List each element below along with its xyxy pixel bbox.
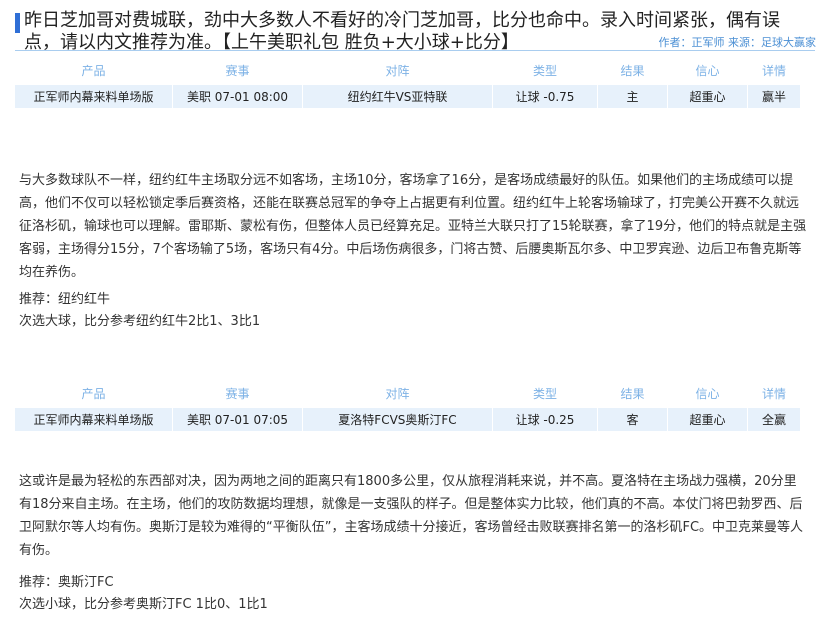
header-result: 结果 <box>597 55 668 85</box>
cell-type: 让球 -0.75 <box>492 85 598 108</box>
header-product: 产品 <box>14 55 173 85</box>
match-analysis-2: 这或许是最为轻松的东西部对决，因为两地之间的距离只有1800多公里，仅从旅程消耗… <box>19 474 804 558</box>
header-result: 结果 <box>597 378 668 408</box>
header-confidence: 信心 <box>667 378 748 408</box>
header-product: 产品 <box>14 378 173 408</box>
recommendation-1: 推荐：纽约红牛 <box>19 292 111 307</box>
secondary-recommendation-1: 次选大球，比分参考纽约红牛2比1、3比1 <box>19 314 261 329</box>
table-row: 正军师内幕来料单场版 美职 07-01 08:00 纽约红牛VS亚特联 让球 -… <box>14 85 801 108</box>
match-table-2: 产品 赛事 对阵 类型 结果 信心 详情 正军师内幕来料单场版 美职 07-01… <box>14 378 801 431</box>
cell-confidence: 超重心 <box>667 408 748 431</box>
table-header-row: 产品 赛事 对阵 类型 结果 信心 详情 <box>14 55 801 85</box>
header-type: 类型 <box>492 55 598 85</box>
cell-matchup: 夏洛特FCVS奥斯汀FC <box>302 408 493 431</box>
header-type: 类型 <box>492 378 598 408</box>
header-event: 赛事 <box>172 55 303 85</box>
header-detail: 详情 <box>747 378 801 408</box>
cell-detail: 全赢 <box>747 408 801 431</box>
table-header-row: 产品 赛事 对阵 类型 结果 信心 详情 <box>14 378 801 408</box>
cell-event: 美职 07-01 07:05 <box>172 408 303 431</box>
cell-product: 正军师内幕来料单场版 <box>14 85 173 108</box>
match-analysis-1: 与大多数球队不一样，纽约红牛主场取分远不如客场，主场10分，客场拿了16分，是客… <box>19 173 807 280</box>
cell-result: 主 <box>597 85 668 108</box>
header-confidence: 信心 <box>667 55 748 85</box>
recommendation-2: 推荐：奥斯汀FC <box>19 575 114 590</box>
cell-result: 客 <box>597 408 668 431</box>
title-divider <box>15 50 815 51</box>
cell-type: 让球 -0.25 <box>492 408 598 431</box>
cell-event: 美职 07-01 08:00 <box>172 85 303 108</box>
cell-product: 正军师内幕来料单场版 <box>14 408 173 431</box>
secondary-recommendation-2: 次选小球，比分参考奥斯汀FC 1比0、1比1 <box>19 597 268 612</box>
article-author: 作者：正军师 来源：足球大赢家 <box>658 36 817 49</box>
header-matchup: 对阵 <box>302 378 493 408</box>
header-detail: 详情 <box>747 55 801 85</box>
title-accent-bar <box>15 13 20 33</box>
cell-matchup: 纽约红牛VS亚特联 <box>302 85 493 108</box>
cell-confidence: 超重心 <box>667 85 748 108</box>
header-event: 赛事 <box>172 378 303 408</box>
match-table-1: 产品 赛事 对阵 类型 结果 信心 详情 正军师内幕来料单场版 美职 07-01… <box>14 55 801 108</box>
table-row: 正军师内幕来料单场版 美职 07-01 07:05 夏洛特FCVS奥斯汀FC 让… <box>14 408 801 431</box>
cell-detail: 赢半 <box>747 85 801 108</box>
header-matchup: 对阵 <box>302 55 493 85</box>
